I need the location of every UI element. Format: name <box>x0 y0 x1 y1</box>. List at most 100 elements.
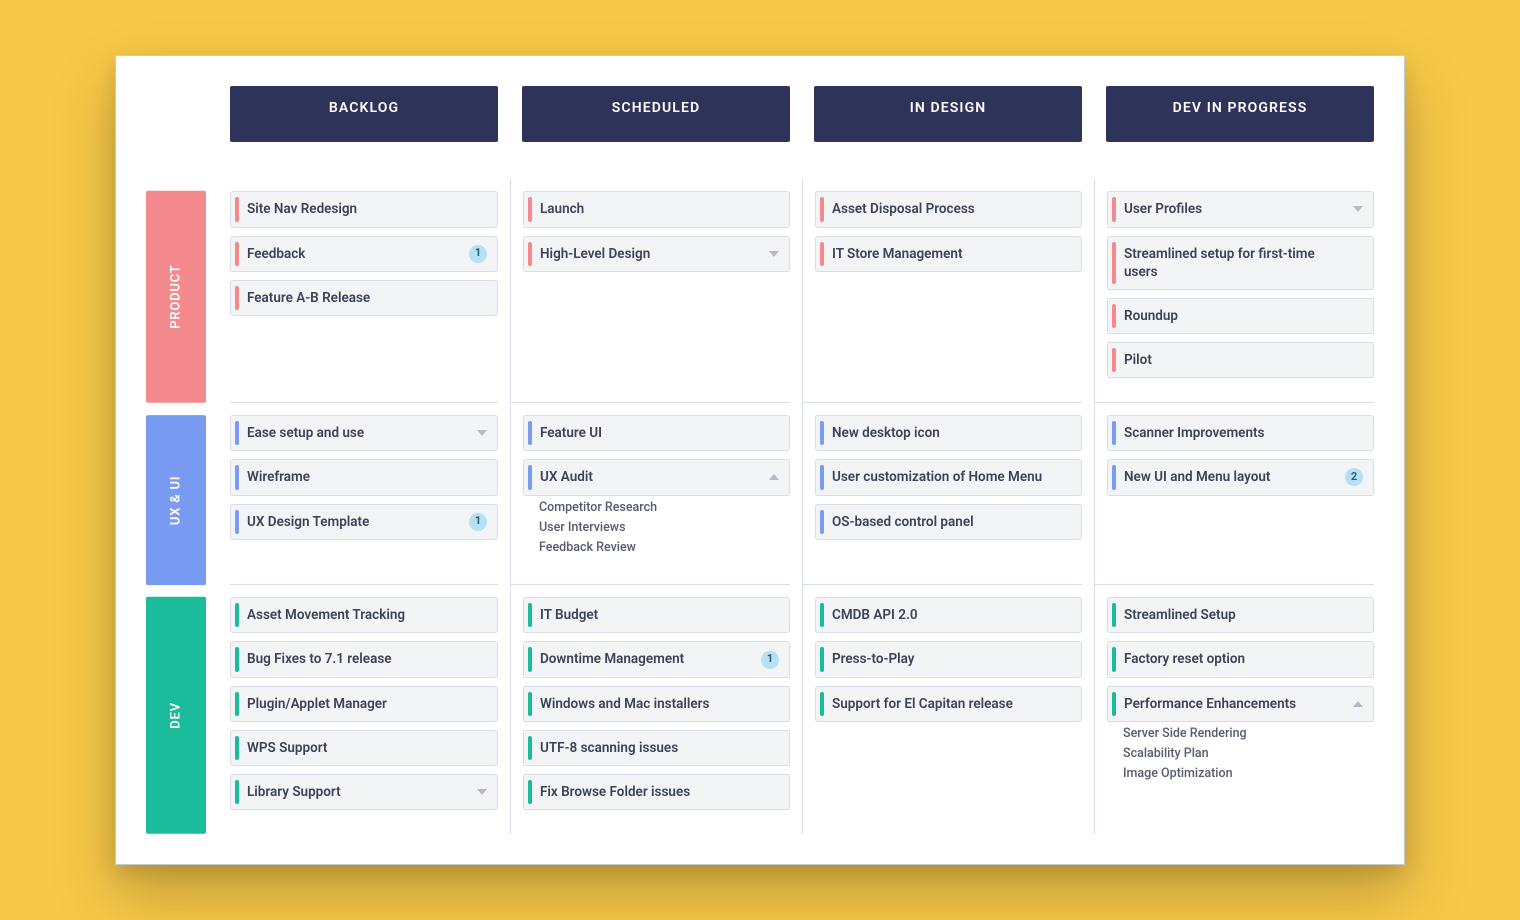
card-stripe <box>235 780 239 804</box>
card-stripe <box>235 510 239 534</box>
card-stripe <box>1112 647 1116 671</box>
card[interactable]: IT Store Management <box>815 236 1082 272</box>
card[interactable]: Factory reset option <box>1107 641 1374 677</box>
column-header-in-design: IN DESIGN <box>814 86 1082 142</box>
card-wrap: UX Audit Competitor Research User Intervie… <box>523 459 790 560</box>
card-title: Factory reset option <box>1124 650 1245 668</box>
card-stripe <box>1112 465 1116 489</box>
card[interactable]: Feedback1 <box>230 236 498 272</box>
subtask[interactable]: Image Optimization <box>1123 766 1364 781</box>
card-stripe <box>528 780 532 804</box>
card-title: Support for El Capitan release <box>832 695 1013 713</box>
card-wrap: Library Support <box>230 774 498 810</box>
chevron-down-icon[interactable] <box>477 430 487 436</box>
card-wrap: Plugin/Applet Manager <box>230 686 498 722</box>
card-stripe <box>235 286 239 310</box>
chevron-up-icon[interactable] <box>769 474 779 480</box>
card-title: Asset Disposal Process <box>832 200 975 218</box>
subtask[interactable]: Feedback Review <box>539 540 780 555</box>
card[interactable]: Asset Movement Tracking <box>230 597 498 633</box>
card[interactable]: Asset Disposal Process <box>815 191 1082 227</box>
card-stripe <box>1112 197 1116 221</box>
card[interactable]: Pilot <box>1107 342 1374 378</box>
card-title: CMDB API 2.0 <box>832 606 918 624</box>
card-stripe <box>1112 242 1116 284</box>
card[interactable]: New UI and Menu layout2 <box>1107 459 1374 495</box>
card[interactable]: Press-to-Play <box>815 641 1082 677</box>
card[interactable]: Wireframe <box>230 459 498 495</box>
card-wrap: User customization of Home Menu <box>815 459 1082 495</box>
card[interactable]: Scanner Improvements <box>1107 415 1374 451</box>
cell-dev-backlog: Asset Movement Tracking Bug Fixes to 7.1 … <box>230 585 498 834</box>
card-title: UX Design Template <box>247 513 369 531</box>
card[interactable]: Support for El Capitan release <box>815 686 1082 722</box>
card[interactable]: High-Level Design <box>523 236 790 272</box>
card[interactable]: Streamlined setup for first-time users <box>1107 236 1374 290</box>
cell-product-backlog: Site Nav Redesign Feedback1 Feature A-B Re… <box>230 179 498 403</box>
card[interactable]: UTF-8 scanning issues <box>523 730 790 766</box>
subtask[interactable]: Competitor Research <box>539 500 780 515</box>
card-wrap: Performance Enhancements Server Side Rend… <box>1107 686 1374 787</box>
card[interactable]: Windows and Mac installers <box>523 686 790 722</box>
subtask[interactable]: User Interviews <box>539 520 780 535</box>
card-stripe <box>235 692 239 716</box>
card-stripe <box>235 197 239 221</box>
card-badge: 1 <box>761 651 779 669</box>
header-gap <box>814 142 1082 168</box>
card[interactable]: Downtime Management 1 <box>523 641 790 677</box>
card-stripe <box>528 197 532 221</box>
card[interactable]: UX Design Template 1 <box>230 504 498 540</box>
card-stripe <box>1112 692 1116 716</box>
card[interactable]: UX Audit <box>523 459 790 495</box>
card[interactable]: Plugin/Applet Manager <box>230 686 498 722</box>
chevron-down-icon[interactable] <box>1353 206 1363 212</box>
card[interactable]: Ease setup and use <box>230 415 498 451</box>
card[interactable]: User customization of Home Menu <box>815 459 1082 495</box>
card[interactable]: Fix Browse Folder issues <box>523 774 790 810</box>
card-wrap: Wireframe <box>230 459 498 495</box>
card-wrap: Factory reset option <box>1107 641 1374 677</box>
card-title: WPS Support <box>247 739 327 757</box>
card-wrap: High-Level Design <box>523 236 790 272</box>
cell-dev-dev-in-progress: Streamlined Setup Factory reset option Per… <box>1094 585 1374 834</box>
card[interactable]: CMDB API 2.0 <box>815 597 1082 633</box>
subtask[interactable]: Scalability Plan <box>1123 746 1364 761</box>
card-title: Asset Movement Tracking <box>247 606 405 624</box>
card-title: Downtime Management <box>540 650 684 668</box>
card-wrap: CMDB API 2.0 <box>815 597 1082 633</box>
cell-product-scheduled: Launch High-Level Design <box>510 179 790 403</box>
card-wrap: IT Budget <box>523 597 790 633</box>
cell-product-dev-in-progress: User Profiles Streamlined setup for first… <box>1094 179 1374 403</box>
card[interactable]: Feature A-B Release <box>230 280 498 316</box>
card-wrap: Launch <box>523 191 790 227</box>
card-stripe <box>1112 421 1116 445</box>
card[interactable]: Performance Enhancements <box>1107 686 1374 722</box>
card-title: UTF-8 scanning issues <box>540 739 678 757</box>
cell-product-in-design: Asset Disposal Process IT Store Managemen… <box>802 179 1082 403</box>
card[interactable]: Roundup <box>1107 298 1374 334</box>
card-title: IT Budget <box>540 606 598 624</box>
card[interactable]: Feature UI <box>523 415 790 451</box>
chevron-down-icon[interactable] <box>769 251 779 257</box>
subtask[interactable]: Server Side Rendering <box>1123 726 1364 741</box>
card[interactable]: Launch <box>523 191 790 227</box>
card[interactable]: Streamlined Setup <box>1107 597 1374 633</box>
card[interactable]: Library Support <box>230 774 498 810</box>
card-title: Windows and Mac installers <box>540 695 709 713</box>
card-badge: 1 <box>469 513 487 531</box>
card-wrap: Feature A-B Release <box>230 280 498 316</box>
card[interactable]: Site Nav Redesign <box>230 191 498 227</box>
card-title: New desktop icon <box>832 424 940 442</box>
card-stripe <box>820 465 824 489</box>
card[interactable]: OS-based control panel <box>815 504 1082 540</box>
chevron-down-icon[interactable] <box>477 789 487 795</box>
card[interactable]: Bug Fixes to 7.1 release <box>230 641 498 677</box>
card[interactable]: User Profiles <box>1107 191 1374 227</box>
column-header-scheduled: SCHEDULED <box>522 86 790 142</box>
card-wrap: Bug Fixes to 7.1 release <box>230 641 498 677</box>
card-title: New UI and Menu layout <box>1124 468 1270 486</box>
chevron-up-icon[interactable] <box>1353 701 1363 707</box>
card[interactable]: IT Budget <box>523 597 790 633</box>
card[interactable]: WPS Support <box>230 730 498 766</box>
card[interactable]: New desktop icon <box>815 415 1082 451</box>
